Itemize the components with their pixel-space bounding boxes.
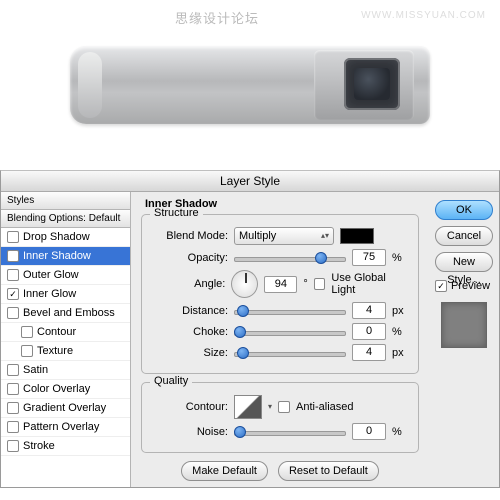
style-checkbox[interactable]: [7, 307, 19, 319]
structure-group: Structure Blend Mode: Multiply▴▾ Opacity…: [141, 214, 419, 374]
sidebar-item-label: Inner Shadow: [23, 250, 91, 262]
distance-input[interactable]: 4: [352, 302, 386, 319]
sidebar-item-label: Satin: [23, 364, 48, 376]
preview-checkbox[interactable]: ✓: [435, 280, 447, 292]
global-light-label: Use Global Light: [331, 272, 410, 296]
watermark-url: WWW.MISSYUAN.COM: [361, 10, 486, 21]
sidebar-item-outer-glow[interactable]: Outer Glow: [1, 266, 130, 285]
style-checkbox[interactable]: [7, 364, 19, 376]
style-checkbox[interactable]: [7, 402, 19, 414]
quality-title: Quality: [150, 375, 192, 387]
shadow-color-swatch[interactable]: [340, 228, 374, 244]
angle-degree: °: [303, 278, 307, 290]
opacity-slider[interactable]: [234, 251, 346, 265]
style-checkbox[interactable]: [21, 345, 33, 357]
make-default-button[interactable]: Make Default: [181, 461, 268, 481]
choke-input[interactable]: 0: [352, 323, 386, 340]
preview-swatch: [441, 302, 487, 348]
style-checkbox[interactable]: [21, 326, 33, 338]
angle-dial[interactable]: [231, 270, 258, 298]
choke-label: Choke:: [150, 326, 228, 338]
style-checkbox[interactable]: [7, 231, 19, 243]
contour-picker[interactable]: [234, 395, 262, 419]
distance-slider[interactable]: [234, 304, 346, 318]
layer-style-dialog: Layer Style Styles Blending Options: Def…: [0, 170, 500, 488]
antialias-checkbox[interactable]: [278, 401, 290, 413]
size-label: Size:: [150, 347, 228, 359]
preview-label: Preview: [451, 280, 490, 292]
reset-default-button[interactable]: Reset to Default: [278, 461, 379, 481]
choke-unit: %: [392, 326, 410, 338]
distance-label: Distance:: [150, 305, 228, 317]
contour-label: Contour:: [150, 401, 228, 413]
chevron-updown-icon: ▴▾: [321, 233, 329, 239]
sidebar-item-color-overlay[interactable]: Color Overlay: [1, 380, 130, 399]
sidebar-item-label: Stroke: [23, 440, 55, 452]
sidebar-item-gradient-overlay[interactable]: Gradient Overlay: [1, 399, 130, 418]
noise-unit: %: [392, 426, 410, 438]
sidebar-item-label: Bevel and Emboss: [23, 307, 115, 319]
sidebar-item-label: Inner Glow: [23, 288, 76, 300]
noise-slider[interactable]: [234, 425, 346, 439]
size-slider[interactable]: [234, 346, 346, 360]
choke-slider[interactable]: [234, 325, 346, 339]
sidebar-blending-header[interactable]: Blending Options: Default: [1, 210, 130, 228]
sidebar-item-label: Texture: [37, 345, 73, 357]
sidebar-item-drop-shadow[interactable]: Drop Shadow: [1, 228, 130, 247]
sidebar-item-pattern-overlay[interactable]: Pattern Overlay: [1, 418, 130, 437]
sidebar-item-label: Outer Glow: [23, 269, 79, 281]
sidebar-item-satin[interactable]: Satin: [1, 361, 130, 380]
watermark-cn: 思缘设计论坛: [175, 8, 259, 27]
sidebar-item-inner-shadow[interactable]: ✓ Inner Shadow: [1, 247, 130, 266]
sidebar-item-label: Drop Shadow: [23, 231, 90, 243]
quality-group: Quality Contour: ▾ Anti-aliased Noise: 0…: [141, 382, 419, 453]
cancel-button[interactable]: Cancel: [435, 226, 493, 246]
sidebar-item-texture[interactable]: Texture: [1, 342, 130, 361]
opacity-label: Opacity:: [150, 252, 228, 264]
sidebar-item-bevel-and-emboss[interactable]: Bevel and Emboss: [1, 304, 130, 323]
sidebar-item-label: Color Overlay: [23, 383, 90, 395]
style-checkbox[interactable]: [7, 269, 19, 281]
chevron-down-icon[interactable]: ▾: [268, 404, 272, 410]
style-checkbox[interactable]: [7, 421, 19, 433]
style-checkbox[interactable]: ✓: [7, 288, 19, 300]
sidebar-item-contour[interactable]: Contour: [1, 323, 130, 342]
opacity-unit: %: [392, 252, 410, 264]
structure-title: Structure: [150, 207, 203, 219]
sidebar-item-stroke[interactable]: Stroke: [1, 437, 130, 456]
sidebar-styles-header[interactable]: Styles: [1, 192, 130, 210]
sidebar-item-label: Contour: [37, 326, 76, 338]
dialog-title: Layer Style: [1, 171, 499, 192]
antialias-label: Anti-aliased: [296, 401, 353, 413]
angle-input[interactable]: 94: [264, 276, 297, 293]
style-checkbox[interactable]: ✓: [7, 250, 19, 262]
styles-sidebar: Styles Blending Options: Default Drop Sh…: [1, 192, 131, 487]
new-style-button[interactable]: New Style...: [435, 252, 493, 272]
blendmode-label: Blend Mode:: [150, 230, 228, 242]
opacity-input[interactable]: 75: [352, 249, 386, 266]
distance-unit: px: [392, 305, 410, 317]
size-unit: px: [392, 347, 410, 359]
angle-label: Angle:: [150, 278, 225, 290]
style-checkbox[interactable]: [7, 383, 19, 395]
style-checkbox[interactable]: [7, 440, 19, 452]
sidebar-item-label: Gradient Overlay: [23, 402, 106, 414]
global-light-checkbox[interactable]: [314, 278, 326, 290]
noise-input[interactable]: 0: [352, 423, 386, 440]
noise-label: Noise:: [150, 426, 228, 438]
device-render: [70, 46, 430, 124]
blendmode-select[interactable]: Multiply▴▾: [234, 227, 334, 245]
ok-button[interactable]: OK: [435, 200, 493, 220]
size-input[interactable]: 4: [352, 344, 386, 361]
sidebar-item-inner-glow[interactable]: ✓ Inner Glow: [1, 285, 130, 304]
sidebar-item-label: Pattern Overlay: [23, 421, 99, 433]
